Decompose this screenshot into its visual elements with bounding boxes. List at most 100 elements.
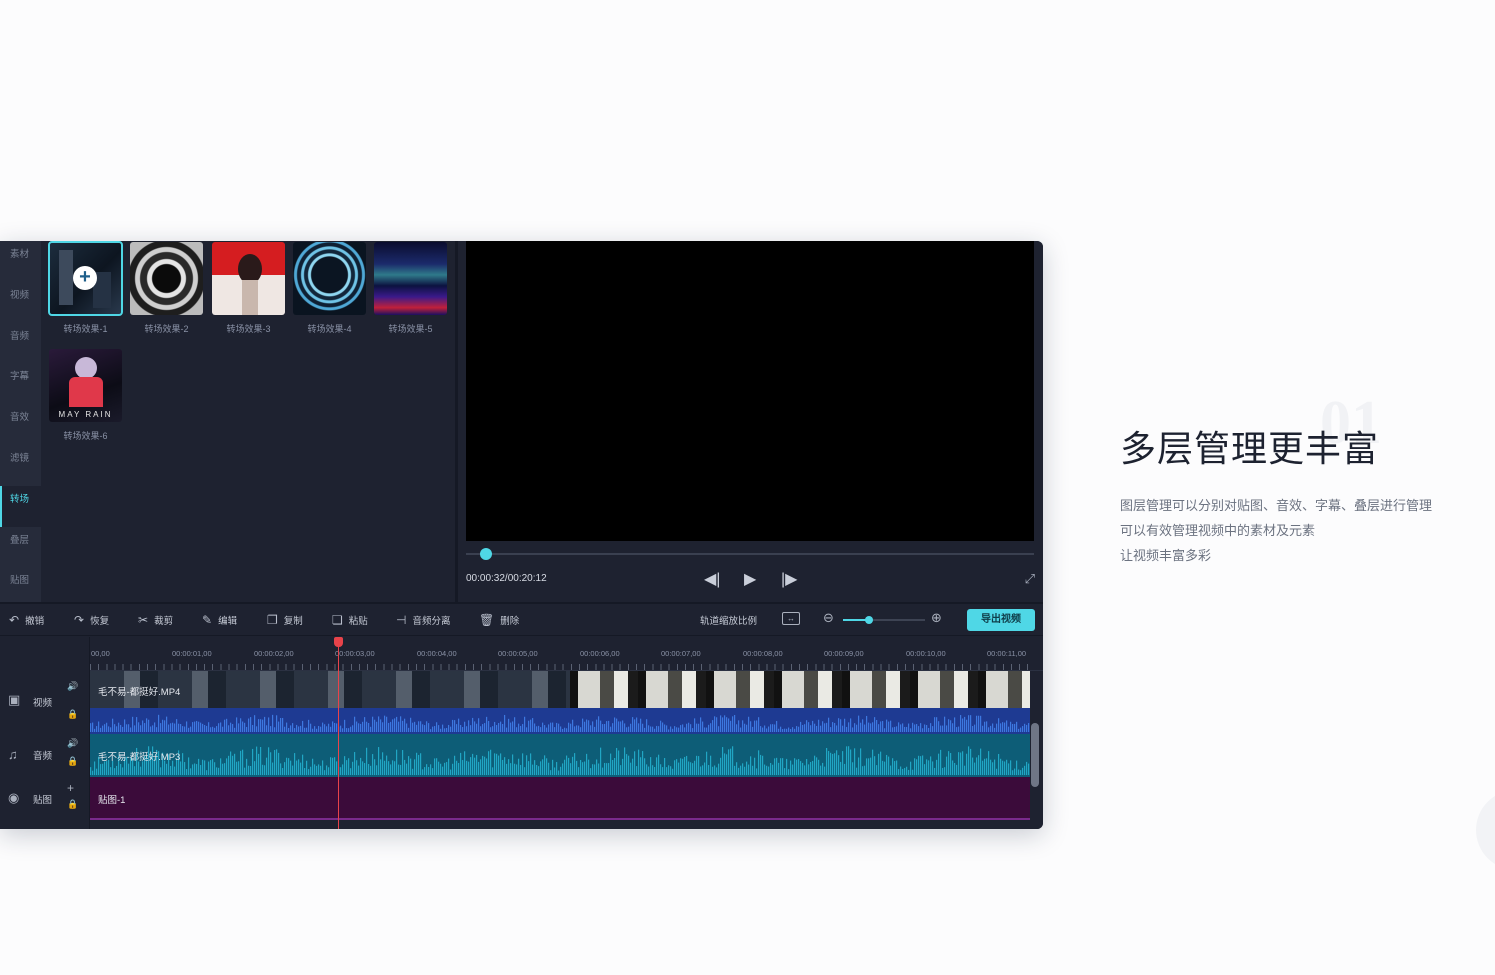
waveform-bar — [902, 723, 904, 732]
sidebar-item-transition[interactable]: 转场 — [0, 485, 41, 527]
waveform-bar — [320, 726, 322, 732]
sidebar-item-audio[interactable]: 音频 — [0, 323, 41, 364]
library-item[interactable]: 转场效果-2 — [130, 242, 203, 335]
playback-progress[interactable] — [466, 548, 1034, 560]
waveform-bar — [698, 756, 700, 775]
waveform-bar — [766, 728, 768, 732]
waveform-bar — [826, 722, 828, 732]
waveform-bar — [638, 749, 640, 775]
waveform-bar — [292, 723, 294, 732]
waveform-bar — [754, 720, 756, 732]
lock-icon[interactable]: 🔒 — [67, 709, 78, 720]
add-icon[interactable]: + — [67, 781, 74, 795]
time-ruler[interactable]: 00,00 00:00:01,00 00:00:02,00 00:00:03,0… — [90, 637, 1043, 671]
waveform-bar — [868, 758, 870, 775]
waveform-bar — [164, 720, 166, 732]
fit-width-icon[interactable]: ↔ — [782, 612, 800, 625]
waveform-bar — [450, 726, 452, 732]
export-video-button[interactable]: 导出视频 — [967, 609, 1035, 631]
waveform-bar — [966, 753, 968, 775]
preview-screen[interactable] — [466, 241, 1034, 541]
waveform-bar — [692, 763, 694, 775]
waveform-bar — [836, 725, 838, 732]
waveform-bar — [976, 715, 978, 732]
play-icon[interactable]: ▶ — [744, 569, 756, 589]
waveform-bar — [564, 727, 566, 732]
waveform-bar — [330, 726, 332, 732]
waveform-bar — [480, 759, 482, 775]
waveform-bar — [240, 750, 242, 775]
waveform-bar — [552, 722, 554, 732]
waveform-bar — [214, 727, 216, 732]
library-item[interactable]: 转场效果-5 — [374, 242, 447, 335]
split-audio-button[interactable]: ⊣ 音频分离 — [396, 613, 450, 627]
waveform-bar — [660, 764, 662, 775]
sidebar-item-material[interactable]: 素材 — [0, 241, 41, 282]
waveform-bar — [430, 764, 432, 775]
waveform-bar — [964, 765, 966, 775]
waveform-bar — [104, 724, 106, 732]
waveform-bar — [340, 725, 342, 732]
sticker-clip[interactable]: 贴图-1 — [90, 777, 1030, 820]
sidebar-item-subtitle[interactable]: 字幕 — [0, 363, 41, 404]
waveform-bar — [124, 719, 126, 732]
playhead-handle[interactable] — [334, 637, 343, 647]
sidebar-item-sound-effect[interactable]: 音效 — [0, 404, 41, 445]
redo-button[interactable]: ↷ 恢复 — [74, 613, 109, 627]
cut-button[interactable]: ✂ 裁剪 — [138, 613, 173, 627]
zoom-out-icon[interactable]: ⊖ — [823, 610, 834, 626]
next-frame-icon[interactable]: |▶ — [781, 569, 797, 589]
undo-button[interactable]: ↶ 撤销 — [9, 613, 44, 627]
waveform-bar — [222, 763, 224, 775]
library-item[interactable]: + 转场效果-1 — [48, 241, 123, 335]
waveform-bar — [166, 716, 168, 732]
copy-button[interactable]: ❐ 复制 — [267, 613, 303, 627]
sidebar-item-filter[interactable]: 滤镜 — [0, 445, 41, 486]
progress-knob[interactable] — [479, 548, 492, 560]
waveform-bar — [592, 764, 594, 775]
volume-icon[interactable]: 🔊 — [67, 738, 78, 749]
waveform-bar — [128, 724, 130, 732]
waveform-bar — [882, 760, 884, 775]
waveform-bar — [824, 766, 826, 775]
waveform-bar — [120, 724, 122, 732]
library-item[interactable]: MAY RAIN 转场效果-6 — [49, 349, 122, 442]
waveform-bar — [192, 722, 194, 732]
edit-button[interactable]: ✎ 编辑 — [202, 613, 237, 627]
track-zoom-slider[interactable] — [843, 616, 925, 624]
paste-button[interactable]: ❏ 粘贴 — [332, 613, 368, 627]
waveform-bar — [722, 747, 724, 775]
waveform-bar — [926, 724, 928, 732]
zoom-in-icon[interactable]: ⊕ — [931, 610, 942, 626]
waveform-bar — [802, 724, 804, 732]
waveform-bar — [636, 766, 638, 775]
timeline-scrollbar[interactable] — [1031, 723, 1039, 787]
audio-clip[interactable]: 毛不易-都挺好.MP3 — [90, 734, 1030, 777]
lock-icon[interactable]: 🔒 — [67, 756, 78, 767]
waveform-bar — [390, 764, 392, 775]
waveform-bar — [204, 725, 206, 732]
plus-circle-icon[interactable]: + — [73, 266, 97, 290]
waveform-bar — [808, 722, 810, 732]
waveform-bar — [446, 727, 448, 732]
waveform-bar — [730, 748, 732, 775]
video-clip[interactable]: 毛不易-都挺好.MP4 — [90, 671, 1030, 734]
waveform-bar — [936, 759, 938, 775]
waveform-bar — [764, 764, 766, 775]
library-item[interactable]: 转场效果-4 — [293, 242, 366, 335]
fullscreen-icon[interactable]: ⤢ — [1025, 571, 1035, 587]
volume-icon[interactable]: 🔊 — [67, 681, 78, 692]
waveform-bar — [956, 764, 958, 775]
delete-button[interactable]: 🗑 删除 — [479, 613, 519, 627]
sidebar-item-overlay[interactable]: 叠层 — [0, 527, 41, 568]
prev-frame-icon[interactable]: ◀| — [704, 569, 720, 589]
playhead[interactable] — [338, 637, 339, 829]
waveform-bar — [388, 722, 390, 732]
lock-icon[interactable]: 🔒 — [67, 799, 78, 810]
library-item[interactable]: 转场效果-3 — [212, 242, 285, 335]
sidebar-item-video[interactable]: 视频 — [0, 282, 41, 323]
zoom-slider-knob[interactable] — [865, 616, 874, 624]
waveform-bar — [646, 719, 648, 732]
waveform-bar — [456, 724, 458, 732]
waveform-bar — [192, 764, 194, 775]
